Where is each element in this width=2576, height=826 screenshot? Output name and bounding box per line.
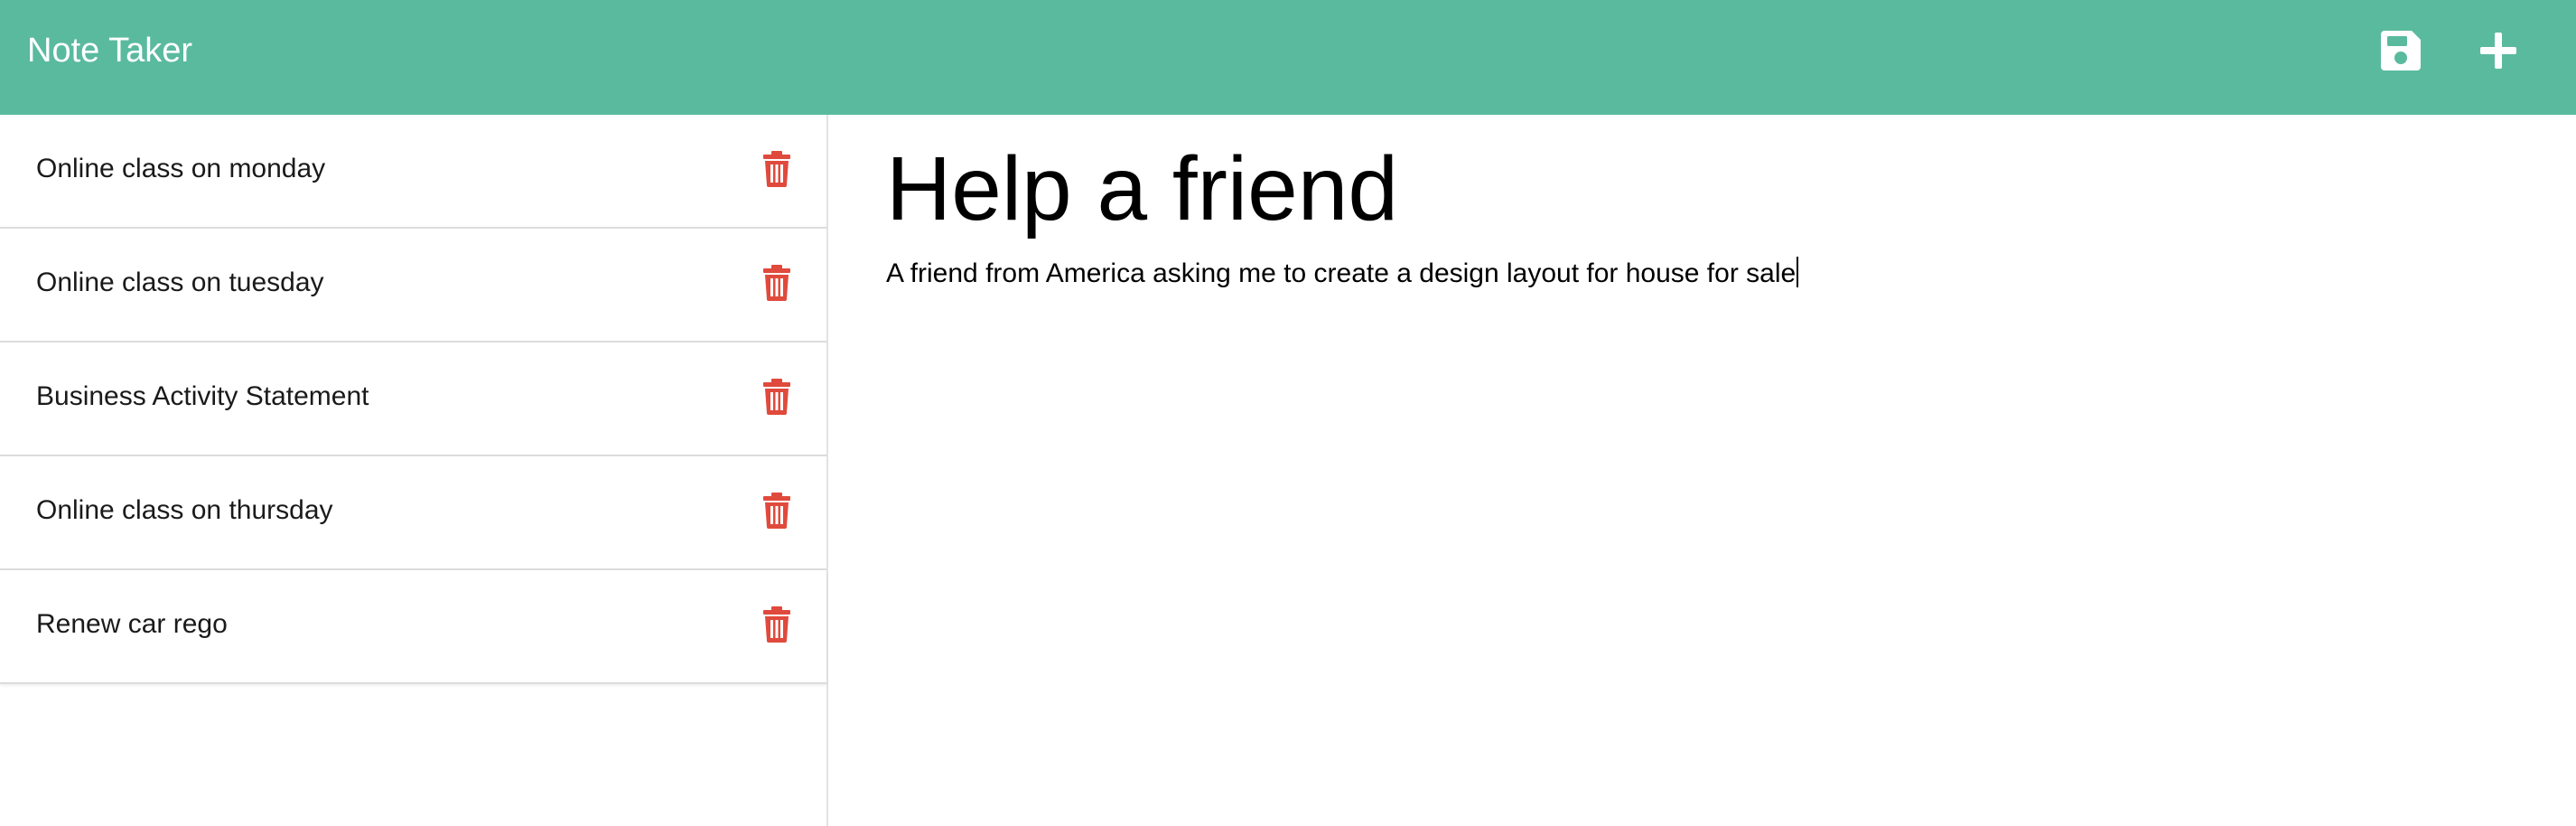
app-title[interactable]: Note Taker <box>27 31 192 70</box>
note-title[interactable]: Business Activity Statement <box>36 380 369 413</box>
note-title[interactable]: Online class on thursday <box>36 494 333 527</box>
floppy-disk-icon <box>2381 31 2421 70</box>
plus-icon <box>2480 33 2516 69</box>
new-note-button[interactable] <box>2471 23 2525 78</box>
note-text-area[interactable]: A friend from America asking me to creat… <box>886 257 1799 290</box>
note-list-item[interactable]: Online class on monday <box>0 115 826 229</box>
note-title-input[interactable]: Help a friend <box>886 135 1398 243</box>
note-list-item[interactable]: Business Activity Statement <box>0 343 826 456</box>
note-list-item[interactable]: Online class on tuesday <box>0 229 826 343</box>
note-list: Online class on monday Online class on t… <box>0 115 826 684</box>
note-list-item[interactable]: Renew car rego <box>0 570 826 684</box>
trash-icon[interactable] <box>761 493 792 529</box>
note-text: A friend from America asking me to creat… <box>886 258 1797 288</box>
note-list-item[interactable]: Online class on thursday <box>0 456 826 570</box>
navbar: Note Taker <box>0 0 2576 115</box>
text-cursor <box>1797 257 1799 287</box>
note-title[interactable]: Renew car rego <box>36 608 228 641</box>
trash-icon[interactable] <box>761 151 792 187</box>
note-list-panel: Online class on monday Online class on t… <box>0 115 828 826</box>
trash-icon[interactable] <box>761 379 792 415</box>
save-note-button[interactable] <box>2374 23 2428 78</box>
trash-icon[interactable] <box>761 606 792 643</box>
note-title[interactable]: Online class on tuesday <box>36 267 324 299</box>
note-title[interactable]: Online class on monday <box>36 153 325 185</box>
note-editor: Help a friend A friend from America aski… <box>830 115 2576 826</box>
trash-icon[interactable] <box>761 265 792 301</box>
